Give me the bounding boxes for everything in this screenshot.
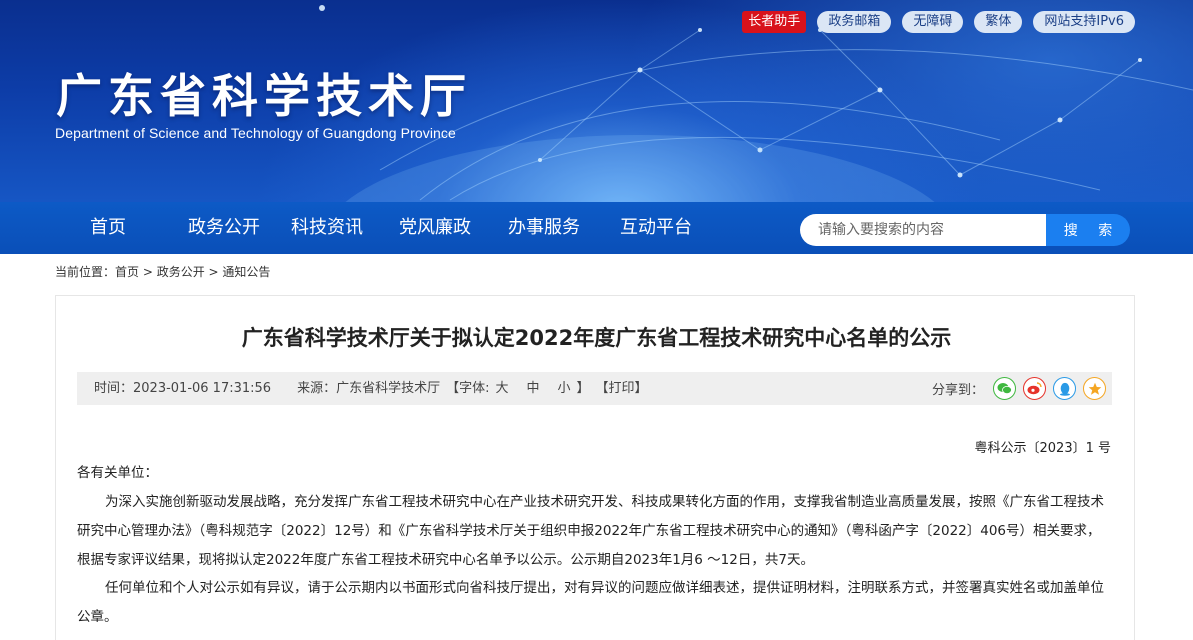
document-number: 粤科公示〔2023〕1 号	[974, 441, 1112, 456]
article-title: 广东省科学技术厅关于拟认定2022年度广东省工程技术研究中心名单的公示	[241, 326, 952, 350]
breadcrumb-separator: >	[139, 265, 157, 279]
nav-item-party-integrity[interactable]: 党风廉政	[374, 202, 496, 254]
breadcrumb-separator: >	[204, 265, 223, 279]
top-links: 长者助手 政务邮箱 无障碍 繁体 网站支持IPv6	[742, 11, 1135, 33]
breadcrumb-home[interactable]: 首页	[115, 265, 139, 279]
nav-item-services[interactable]: 办事服务	[496, 202, 592, 254]
elder-assistant-button[interactable]: 长者助手	[742, 11, 807, 33]
qq-icon[interactable]	[1053, 377, 1076, 400]
share-bar: 分享到：	[932, 377, 1106, 400]
nav-item-sci-news[interactable]: 科技资讯	[280, 202, 374, 254]
gov-mailbox-link[interactable]: 政务邮箱	[817, 11, 892, 33]
site-subtitle: Department of Science and Technology of …	[55, 125, 456, 141]
font-size-small-button[interactable]: 小	[558, 372, 571, 405]
search-button[interactable]: 搜 索	[1046, 214, 1130, 246]
share-label: 分享到：	[931, 383, 984, 398]
breadcrumb-gov-affairs[interactable]: 政务公开	[157, 265, 205, 279]
article-paragraph: 为深入实施创新驱动发展战略，充分发挥广东省工程技术研究中心在产业技术研究开发、科…	[77, 494, 1104, 568]
nav-item-interaction[interactable]: 互动平台	[592, 202, 720, 254]
search-box: 搜 索	[800, 214, 1130, 246]
article-meta-bar: 时间：2023-01-06 17:31:56 来源：广东省科学技术厅 【字体: …	[77, 372, 1112, 405]
qzone-icon[interactable]	[1083, 377, 1106, 400]
accessibility-link[interactable]: 无障碍	[902, 11, 964, 33]
article-paragraph: 任何单位和个人对公示如有异议，请于公示期内以书面形式向省科技厅提出，对有异议的问…	[77, 580, 1104, 625]
main-nav: 首页 政务公开 科技资讯 党风廉政 办事服务 互动平台 搜 索	[0, 202, 1193, 254]
print-button[interactable]: 【打印】	[596, 372, 648, 405]
font-size-large-button[interactable]: 大	[495, 372, 508, 405]
traditional-chinese-link[interactable]: 繁体	[974, 11, 1023, 33]
header-banner: 广东省科学技术厅 Department of Science and Techn…	[0, 0, 1193, 202]
breadcrumb-notices[interactable]: 通知公告	[222, 265, 270, 279]
nav-item-home[interactable]: 首页	[70, 202, 146, 254]
wechat-icon[interactable]	[993, 377, 1016, 400]
breadcrumb-prefix: 当前位置：	[55, 265, 116, 279]
weibo-icon[interactable]	[1023, 377, 1046, 400]
nav-item-gov-affairs[interactable]: 政务公开	[168, 202, 280, 254]
breadcrumb: 当前位置：首页 > 政务公开 > 通知公告	[55, 263, 270, 280]
site-title: 广东省科学技术厅	[56, 69, 472, 123]
publish-time: 时间：2023-01-06 17:31:56	[94, 381, 272, 396]
font-size-medium-button[interactable]: 中	[527, 372, 540, 405]
article-source: 来源：广东省科学技术厅	[297, 381, 441, 396]
search-input[interactable]	[800, 214, 1046, 246]
font-size-label: 【字体:	[446, 381, 490, 396]
font-size-close: 】	[576, 381, 590, 396]
article-salutation: 各有关单位：	[77, 465, 158, 481]
ipv6-support-badge[interactable]: 网站支持IPv6	[1033, 11, 1135, 33]
